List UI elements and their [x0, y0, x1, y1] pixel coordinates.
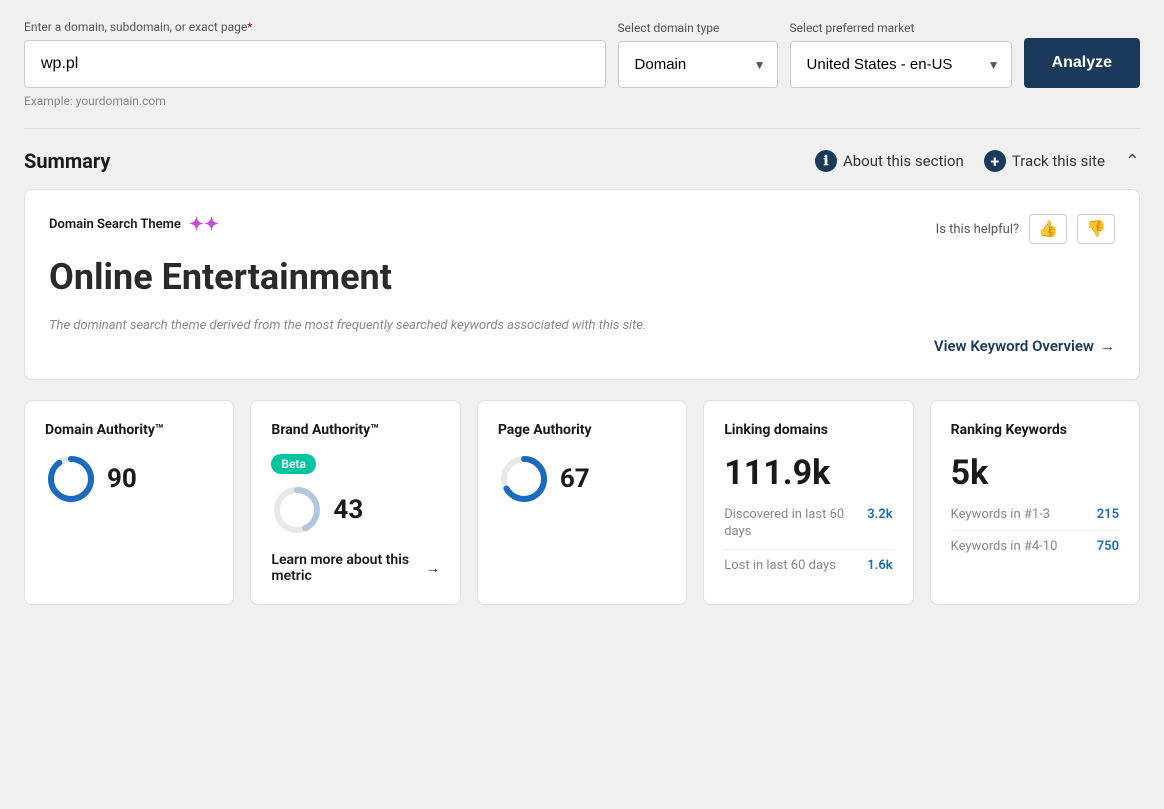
section-actions: ℹ About this section + Track this site ⌃ — [815, 150, 1140, 172]
ranking-keywords-value: 5k — [951, 453, 1119, 493]
brand-authority-title: Brand Authority™ — [271, 421, 439, 439]
ranking-keywords-card: Ranking Keywords 5k Keywords in #1-3 215… — [930, 400, 1140, 605]
sparkle-icon: ✦✦ — [189, 214, 219, 235]
keywords-4-10-label: Keywords in #4-10 — [951, 539, 1097, 554]
discovered-label: Discovered in last 60 days — [724, 507, 867, 541]
info-icon: ℹ — [815, 150, 837, 172]
lost-value[interactable]: 1.6k — [867, 558, 892, 575]
discovered-row: Discovered in last 60 days 3.2k — [724, 507, 892, 541]
track-site-link[interactable]: + Track this site — [984, 150, 1105, 172]
linking-domains-card: Linking domains 111.9k Discovered in las… — [703, 400, 913, 605]
domain-authority-donut — [45, 453, 97, 505]
domain-type-select-wrap: Domain Subdomain Exact Page ▼ — [618, 41, 778, 88]
domain-field-label: Enter a domain, subdomain, or exact page… — [24, 20, 606, 34]
lost-label: Lost in last 60 days — [724, 558, 867, 575]
keywords-1-3-label: Keywords in #1-3 — [951, 507, 1097, 522]
domain-input[interactable] — [24, 40, 606, 88]
linking-domains-title: Linking domains — [724, 421, 892, 439]
keywords-4-10-row: Keywords in #4-10 750 — [951, 539, 1119, 554]
theme-desc: The dominant search theme derived from t… — [49, 318, 1115, 333]
domain-theme-label: Domain Search Theme ✦✦ — [49, 214, 219, 235]
collapse-chevron-icon[interactable]: ⌃ — [1125, 151, 1140, 172]
page-authority-value: 67 — [560, 464, 590, 494]
plus-icon: + — [984, 150, 1006, 172]
market-select-wrap: United States - en-US United Kingdom - e… — [790, 41, 1012, 88]
learn-more-link[interactable]: Learn more about this metric → — [271, 552, 439, 584]
helpful-row: Is this helpful? 👍 👎 — [936, 214, 1115, 244]
divider-light-2 — [951, 530, 1119, 531]
metrics-row: Domain Authority™ 90 Brand Authority™ Be… — [24, 400, 1140, 605]
domain-type-label: Select domain type — [618, 21, 778, 35]
keywords-4-10-value[interactable]: 750 — [1097, 539, 1119, 554]
section-header: Summary ℹ About this section + Track thi… — [24, 149, 1140, 173]
beta-badge: Beta — [271, 454, 316, 474]
brand-authority-value: 43 — [333, 495, 363, 525]
brand-authority-card: Brand Authority™ Beta 43 Learn more abou… — [250, 400, 460, 605]
arrow-right-icon-2: → — [426, 560, 440, 577]
thumbs-down-button[interactable]: 👎 — [1077, 214, 1115, 244]
page-authority-title: Page Authority — [498, 421, 666, 439]
thumbs-up-button[interactable]: 👍 — [1029, 214, 1067, 244]
ranking-keywords-title: Ranking Keywords — [951, 421, 1119, 439]
domain-authority-title: Domain Authority™ — [45, 421, 213, 439]
about-section-link[interactable]: ℹ About this section — [815, 150, 964, 172]
domain-authority-card: Domain Authority™ 90 — [24, 400, 234, 605]
section-title: Summary — [24, 149, 110, 173]
brand-authority-donut — [271, 484, 323, 536]
keywords-1-3-row: Keywords in #1-3 215 — [951, 507, 1119, 522]
page-authority-donut — [498, 453, 550, 505]
divider-light — [724, 549, 892, 550]
discovered-value[interactable]: 3.2k — [867, 507, 892, 541]
analyze-button[interactable]: Analyze — [1024, 38, 1140, 88]
domain-authority-value: 90 — [107, 464, 137, 494]
market-select[interactable]: United States - en-US United Kingdom - e… — [790, 41, 1012, 88]
keywords-1-3-value[interactable]: 215 — [1097, 507, 1119, 522]
page-authority-card: Page Authority 67 — [477, 400, 687, 605]
domain-type-select[interactable]: Domain Subdomain Exact Page — [618, 41, 778, 88]
track-site-label: Track this site — [1012, 152, 1105, 170]
helpful-text: Is this helpful? — [936, 222, 1019, 237]
about-section-label: About this section — [843, 152, 964, 170]
arrow-right-icon: → — [1100, 337, 1115, 355]
theme-title: Online Entertainment — [49, 256, 1115, 298]
keyword-overview-link[interactable]: View Keyword Overview → — [934, 337, 1115, 355]
lost-row: Lost in last 60 days 1.6k — [724, 558, 892, 575]
example-text: Example: yourdomain.com — [24, 94, 1140, 108]
summary-card: Domain Search Theme ✦✦ Is this helpful? … — [24, 189, 1140, 380]
linking-domains-value: 111.9k — [724, 453, 892, 493]
market-label: Select preferred market — [790, 21, 1012, 35]
